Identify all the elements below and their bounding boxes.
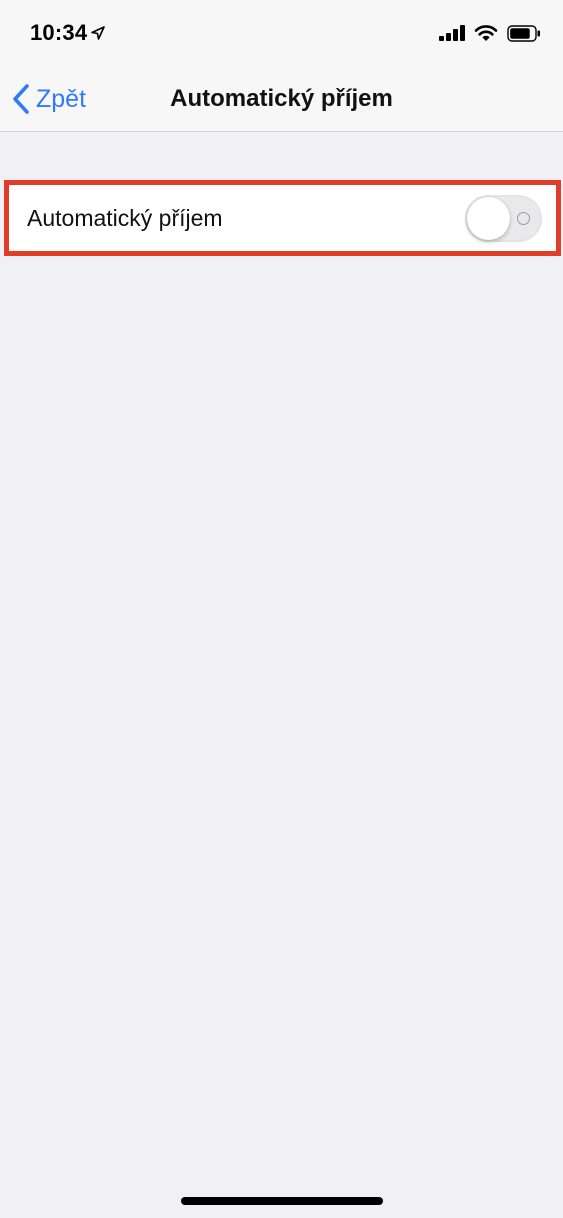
status-icons	[439, 24, 541, 42]
signal-icon	[439, 25, 465, 41]
highlight-frame: Automatický příjem	[4, 180, 561, 256]
setting-row-auto-answer: Automatický příjem	[9, 185, 556, 251]
battery-icon	[507, 24, 540, 42]
status-time: 10:34	[30, 20, 106, 46]
auto-answer-toggle[interactable]	[465, 194, 542, 242]
toggle-knob	[467, 196, 510, 240]
location-arrow-icon	[91, 26, 106, 40]
wifi-icon	[474, 25, 498, 41]
home-indicator[interactable]	[181, 1197, 383, 1205]
page-title: Automatický příjem	[170, 85, 393, 112]
navigation-bar: Zpět Automatický příjem	[0, 68, 563, 132]
status-bar: 10:34	[0, 0, 563, 68]
toggle-off-indicator-icon	[517, 211, 530, 225]
time-text: 10:34	[30, 20, 88, 45]
setting-label: Automatický příjem	[27, 204, 223, 231]
